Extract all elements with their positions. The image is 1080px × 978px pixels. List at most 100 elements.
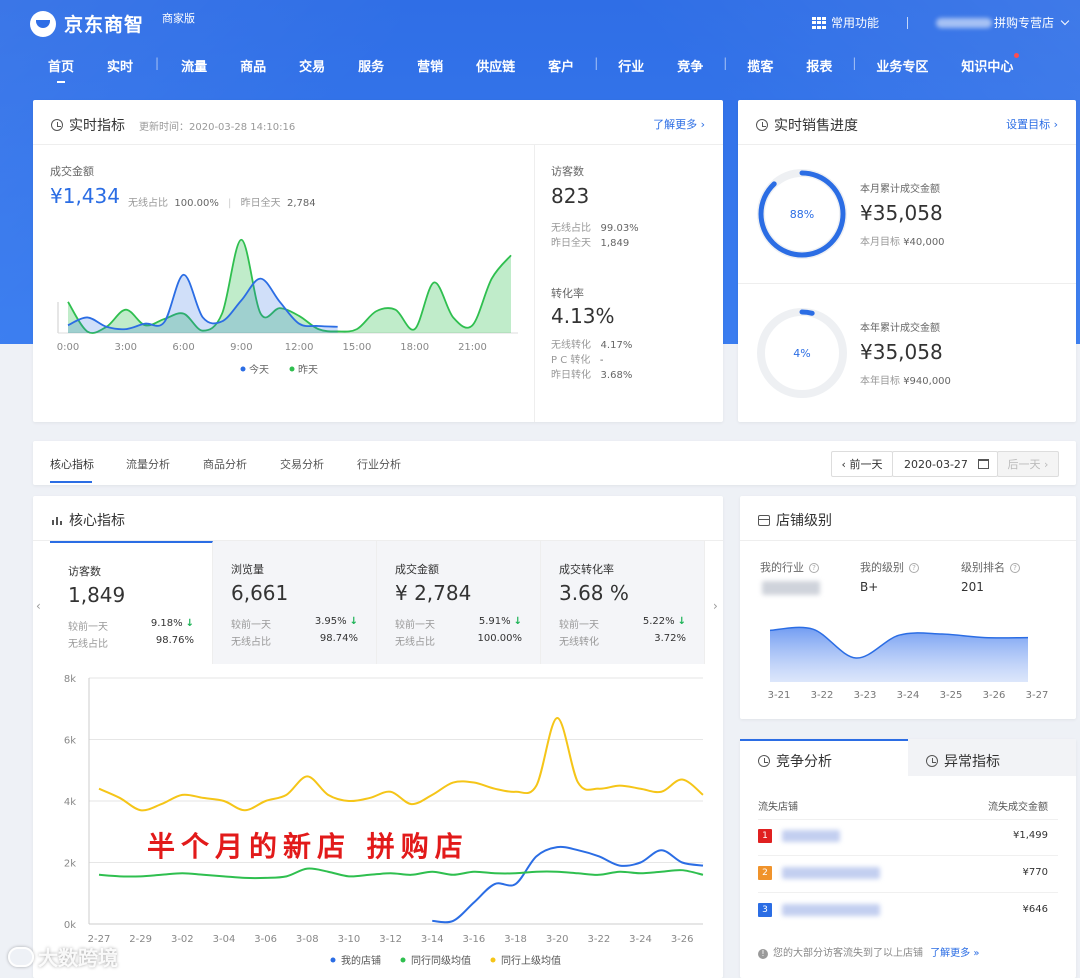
metric-change-label: 较前一天	[395, 620, 435, 631]
nav-item-supply-chain[interactable]: 供应链	[476, 56, 515, 83]
core-metrics-card: 核心指标 ‹ › 访客数 1,849 较前一天 9.18% ↓ 无线占比 98.76%…	[33, 496, 723, 978]
x-tick-label: 12:00	[285, 342, 314, 353]
nav-item-marketing[interactable]: 营销	[417, 56, 443, 83]
metric-value: 1,849	[68, 583, 126, 607]
nav-item-home[interactable]: 首页	[48, 56, 74, 83]
metric-sub-value: 100.00%	[477, 633, 523, 644]
core-title: 核心指标	[51, 510, 125, 530]
nav-item-service[interactable]: 服务	[358, 56, 384, 83]
metric-change-value: 5.91%	[478, 616, 511, 627]
x-tick-label: 3-24	[897, 690, 920, 701]
learn-more-link[interactable]: 了解更多 ›	[653, 116, 705, 132]
nav-separator: |	[723, 56, 728, 70]
metric-visitors[interactable]: 访客数 1,849 较前一天 9.18% ↓ 无线占比 98.76%	[50, 541, 213, 664]
arrow-down-icon: ↓	[349, 616, 358, 627]
series-line-同行上级均值	[98, 716, 704, 812]
metric-sub-row: 无线占比 100.00%	[395, 633, 522, 648]
divider	[758, 892, 1058, 893]
gmv-value: ¥1,434	[50, 184, 120, 208]
legend-dot	[240, 366, 246, 372]
logo-text: 京东商智	[64, 14, 145, 36]
nav-item-traffic[interactable]: 流量	[181, 56, 207, 83]
chevron-right-icon[interactable]: ›	[713, 599, 718, 613]
metric-sub-row: 无线占比 98.74%	[231, 633, 358, 648]
chevron-left-icon[interactable]: ‹	[36, 599, 41, 613]
nav-item-knowledge[interactable]: 知识中心	[961, 53, 1020, 83]
lost-amount: ¥770	[1022, 867, 1048, 878]
conversion-yesterday: 昨日转化 3.68%	[551, 366, 632, 381]
metric-conversion-rate[interactable]: 成交转化率 3.68 % 较前一天 5.22% ↓ 无线转化 3.72%	[541, 541, 705, 664]
store-name[interactable]: 拼购专营店	[994, 14, 1054, 31]
common-functions-button[interactable]: 常用功能	[831, 14, 879, 31]
sales-progress-title-text: 实时销售进度	[774, 118, 858, 134]
nav-item-trade[interactable]: 交易	[299, 56, 325, 83]
nav-item-business-zone[interactable]: 业务专区	[876, 56, 928, 83]
gmv-label: 成交金额	[50, 165, 94, 178]
divider	[906, 16, 908, 29]
nav-item-customer[interactable]: 客户	[548, 56, 574, 83]
store-name-blurred	[782, 867, 880, 879]
rank-badge: 2	[758, 866, 772, 880]
metric-change-label: 较前一天	[68, 622, 108, 633]
nav-item-realtime[interactable]: 实时	[107, 56, 133, 83]
set-target-link[interactable]: 设置目标 ›	[1006, 116, 1058, 132]
chevron-down-icon[interactable]	[1060, 16, 1070, 25]
year-target-label: 本年目标	[860, 376, 900, 387]
tab-traffic-analysis[interactable]: 流量分析	[126, 456, 170, 472]
metric-name: 浏览量	[231, 563, 264, 576]
help-icon[interactable]: ?	[809, 563, 819, 573]
nav-item-competition[interactable]: 竞争	[677, 56, 703, 83]
tab-competition-analysis[interactable]: 竞争分析	[758, 751, 832, 771]
divider	[738, 283, 1076, 284]
x-tick-label: 0:00	[57, 342, 79, 353]
update-time: 更新时间：2020-03-28 14:10:16	[139, 122, 296, 133]
logo[interactable]: 京东商智 商家版	[30, 10, 195, 37]
x-tick-label: 3-16	[463, 934, 486, 945]
x-tick-label: 3-10	[338, 934, 361, 945]
metric-gmv[interactable]: 成交金额 ¥ 2,784 较前一天 5.91% ↓ 无线占比 100.00%	[377, 541, 541, 664]
annotation-overlay-text: 半个月的新店 拼购店	[147, 830, 469, 863]
competition-footer-text: 您的大部分访客流失到了以上店铺	[773, 948, 923, 959]
nav-item-industry[interactable]: 行业	[618, 56, 644, 83]
analysis-tabs-bar: 核心指标 流量分析 商品分析 交易分析 行业分析 ‹ 前一天 2020-03-2…	[33, 441, 1076, 485]
x-tick-label: 3-24	[629, 934, 652, 945]
tab-core-metrics[interactable]: 核心指标	[50, 456, 94, 472]
level-trend-chart: 3-21 3-22 3-23 3-24 3-25 3-26 3-27	[768, 626, 1048, 701]
clock-icon	[51, 119, 63, 131]
tab-industry-analysis[interactable]: 行业分析	[357, 456, 401, 472]
metric-sub-label: 无线占比	[231, 637, 271, 648]
conversion-yesterday-label: 昨日转化	[551, 370, 591, 381]
nav-item-attract[interactable]: 揽客	[747, 56, 773, 83]
info-icon: !	[758, 949, 768, 959]
prev-day-button[interactable]: ‹ 前一天	[831, 451, 893, 477]
arrow-down-icon: ↓	[185, 618, 194, 629]
year-target: 本年目标 ¥940,000	[860, 372, 951, 387]
active-tab-indicator	[740, 739, 908, 741]
next-day-button[interactable]: 后一天 ›	[997, 451, 1059, 477]
legend-label: 今天	[249, 363, 269, 376]
metric-sub-value: 98.76%	[155, 635, 194, 646]
nav-item-report[interactable]: 报表	[806, 56, 832, 83]
conversion-pc: P C 转化 -	[551, 351, 604, 366]
rank-badge: 1	[758, 829, 772, 843]
tab-trade-analysis[interactable]: 交易分析	[280, 456, 324, 472]
metric-name: 访客数	[68, 565, 101, 578]
tab-product-analysis[interactable]: 商品分析	[203, 456, 247, 472]
bar-chart-icon	[52, 516, 62, 525]
metric-pageviews[interactable]: 浏览量 6,661 较前一天 3.95% ↓ 无线占比 98.74%	[213, 541, 377, 664]
help-icon[interactable]: ?	[1010, 563, 1020, 573]
legend-dot	[490, 957, 496, 963]
divider	[758, 855, 1058, 856]
visitors-yesterday-label: 昨日全天	[551, 238, 591, 249]
date-picker[interactable]: 2020-03-27	[892, 451, 998, 477]
help-icon[interactable]: ?	[909, 563, 919, 573]
nav-item-product[interactable]: 商品	[240, 56, 266, 83]
x-tick-label: 3-18	[504, 934, 527, 945]
compare-icon	[758, 755, 770, 767]
x-tick-label: 3-20	[546, 934, 569, 945]
tab-anomaly-label-wrap[interactable]: 异常指标	[926, 751, 1000, 771]
level-rank-label: 级别排名?	[961, 559, 1020, 575]
y-tick-label: 8k	[64, 674, 76, 685]
competition-learn-more-link[interactable]: 了解更多 »	[930, 948, 979, 959]
legend-dot	[400, 957, 406, 963]
